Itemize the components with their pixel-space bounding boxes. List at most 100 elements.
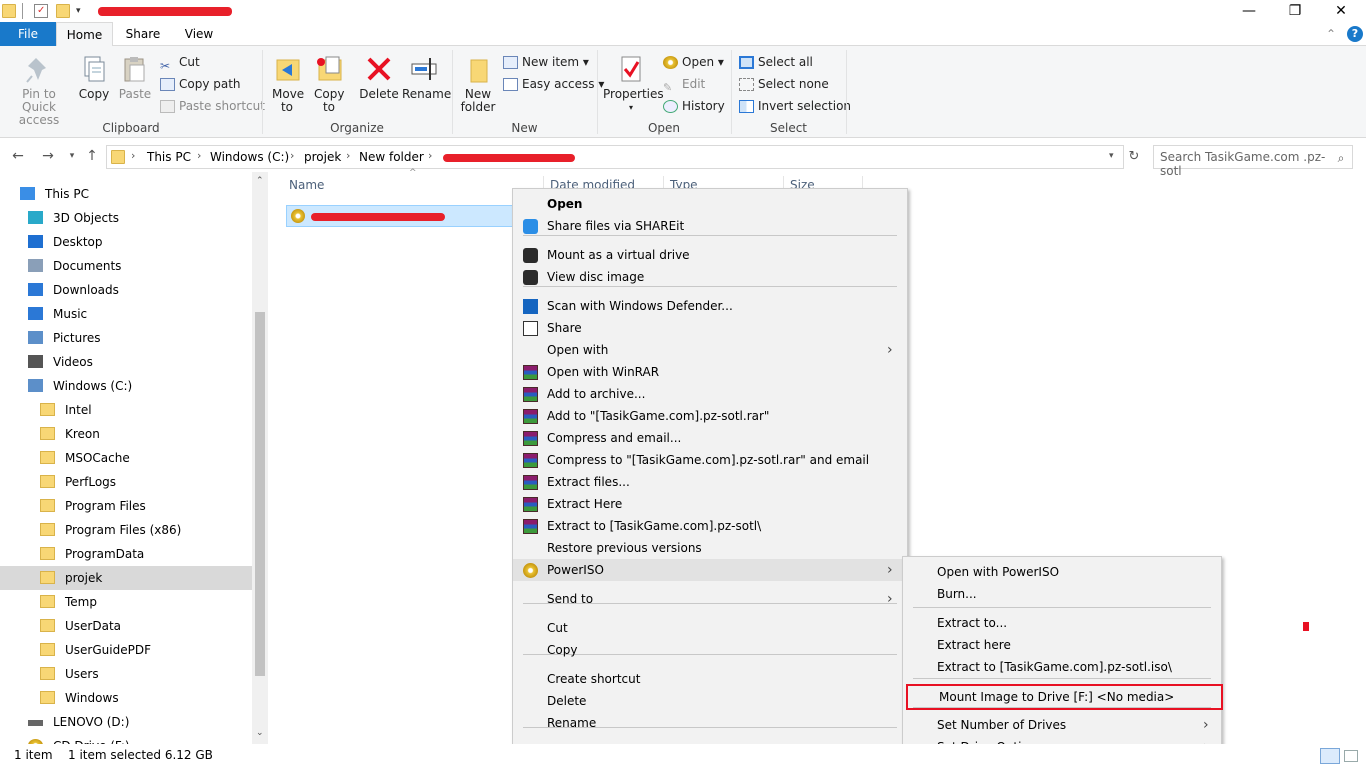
- tab-share[interactable]: Share: [118, 22, 168, 46]
- open-button[interactable]: Open ▾: [663, 52, 724, 72]
- select-all-button[interactable]: Select all: [739, 52, 813, 72]
- context-menu-item[interactable]: Mount as a virtual drive: [513, 244, 907, 266]
- context-menu-item[interactable]: Open: [513, 193, 907, 215]
- search-input[interactable]: Search TasikGame.com .pz-sotl: [1153, 145, 1353, 178]
- submenu-item[interactable]: Open with PowerISO: [903, 561, 1221, 583]
- context-menu-item[interactable]: View disc image: [513, 266, 907, 288]
- context-menu-item[interactable]: Send to ›: [513, 588, 907, 610]
- context-menu-item[interactable]: Extract to [TasikGame.com].pz-sotl\: [513, 515, 907, 537]
- scroll-down-icon[interactable]: ⌄: [256, 728, 264, 738]
- submenu-item[interactable]: Burn...: [903, 583, 1221, 605]
- details-view-icon[interactable]: [1320, 748, 1340, 764]
- breadcrumb-new-folder[interactable]: New folder: [359, 150, 424, 164]
- refresh-icon[interactable]: ↻: [1124, 147, 1144, 167]
- restore-button[interactable]: ❐: [1272, 0, 1318, 22]
- nav-item[interactable]: Users: [0, 662, 252, 686]
- context-menu-item[interactable]: Compress to "[TasikGame.com].pz-sotl.rar…: [513, 449, 907, 471]
- context-menu-item[interactable]: Delete: [513, 690, 907, 712]
- nav-item[interactable]: Pictures: [0, 326, 252, 350]
- new-folder-button[interactable]: New folder: [458, 48, 498, 114]
- submenu-item[interactable]: Set Number of Drives ›: [903, 714, 1221, 736]
- nav-item[interactable]: Music: [0, 302, 252, 326]
- nav-item[interactable]: PerfLogs: [0, 470, 252, 494]
- nav-item[interactable]: projek: [0, 566, 252, 590]
- forward-arrow-icon[interactable]: →: [38, 146, 58, 166]
- nav-item[interactable]: UserData: [0, 614, 252, 638]
- breadcrumb-this-pc[interactable]: This PC: [147, 150, 191, 164]
- copy-to-button[interactable]: Copy to: [310, 48, 348, 114]
- help-icon[interactable]: ?: [1347, 26, 1363, 42]
- up-arrow-icon[interactable]: ↑: [82, 146, 102, 166]
- close-button[interactable]: ✕: [1318, 0, 1364, 22]
- context-menu-item[interactable]: Add to archive...: [513, 383, 907, 405]
- nav-item[interactable]: Windows (C:): [0, 374, 252, 398]
- address-bar[interactable]: › This PC › Windows (C:) › projek › New …: [106, 145, 1124, 169]
- nav-item[interactable]: Program Files: [0, 494, 252, 518]
- delete-button[interactable]: Delete: [358, 48, 400, 101]
- select-none-button[interactable]: Select none: [739, 74, 829, 94]
- file-row-selected[interactable]: [286, 205, 516, 227]
- recent-locations-icon[interactable]: ▾: [62, 146, 82, 166]
- context-menu-item[interactable]: Restore previous versions: [513, 537, 907, 559]
- breadcrumb-projek[interactable]: projek: [304, 150, 341, 164]
- nav-item[interactable]: Documents: [0, 254, 252, 278]
- context-menu-item[interactable]: Extract Here: [513, 493, 907, 515]
- context-menu-item[interactable]: Share: [513, 317, 907, 339]
- tab-file[interactable]: File: [0, 22, 56, 46]
- context-menu-item[interactable]: Create shortcut: [513, 668, 907, 690]
- submenu-item[interactable]: Extract to...: [903, 612, 1221, 634]
- nav-item[interactable]: This PC: [0, 182, 252, 206]
- context-menu-item[interactable]: Copy: [513, 639, 907, 661]
- context-menu-item[interactable]: Cut: [513, 617, 907, 639]
- nav-scrollbar[interactable]: ⌃ ⌄: [252, 172, 268, 744]
- context-menu-item[interactable]: Rename: [513, 712, 907, 734]
- properties-button[interactable]: Properties ▾: [603, 48, 664, 114]
- submenu-item[interactable]: Extract to [TasikGame.com].pz-sotl.iso\: [903, 656, 1221, 678]
- context-menu-item[interactable]: PowerISO ›: [513, 559, 907, 581]
- invert-selection-button[interactable]: Invert selection: [739, 96, 851, 116]
- context-menu-item[interactable]: Share files via SHAREit: [513, 215, 907, 237]
- easy-access-button[interactable]: Easy access ▾: [503, 74, 604, 94]
- nav-item[interactable]: Videos: [0, 350, 252, 374]
- submenu-item[interactable]: Mount Image to Drive [F:] <No media>: [906, 684, 1223, 710]
- search-icon[interactable]: ⌕: [1331, 148, 1351, 168]
- nav-item[interactable]: Kreon: [0, 422, 252, 446]
- properties-icon[interactable]: ✓: [34, 4, 48, 18]
- nav-item[interactable]: ProgramData: [0, 542, 252, 566]
- nav-item[interactable]: Intel: [0, 398, 252, 422]
- context-menu-item[interactable]: Add to "[TasikGame.com].pz-sotl.rar": [513, 405, 907, 427]
- tab-view[interactable]: View: [176, 22, 222, 46]
- nav-item[interactable]: 3D Objects: [0, 206, 252, 230]
- collapse-ribbon-icon[interactable]: ⌃: [1322, 22, 1340, 46]
- nav-item[interactable]: Downloads: [0, 278, 252, 302]
- context-menu-item[interactable]: Open with WinRAR: [513, 361, 907, 383]
- new-folder-icon[interactable]: [56, 4, 70, 18]
- breadcrumb-windows-c[interactable]: Windows (C:): [210, 150, 289, 164]
- tab-home[interactable]: Home: [56, 22, 113, 47]
- nav-item[interactable]: LENOVO (D:): [0, 710, 252, 734]
- paste-shortcut-button[interactable]: Paste shortcut: [160, 96, 265, 116]
- nav-item[interactable]: Desktop: [0, 230, 252, 254]
- context-menu-item[interactable]: Compress and email...: [513, 427, 907, 449]
- customize-toolbar-icon[interactable]: ▾: [76, 4, 90, 18]
- rename-button[interactable]: Rename: [402, 48, 451, 101]
- minimize-button[interactable]: —: [1226, 0, 1272, 22]
- move-to-button[interactable]: Move to: [268, 48, 306, 114]
- nav-item[interactable]: Temp: [0, 590, 252, 614]
- back-arrow-icon[interactable]: ←: [8, 146, 28, 166]
- large-icons-view-icon[interactable]: [1344, 750, 1358, 762]
- nav-item[interactable]: Windows: [0, 686, 252, 710]
- edit-button[interactable]: ✎ Edit: [663, 74, 705, 94]
- nav-item[interactable]: UserGuidePDF: [0, 638, 252, 662]
- cut-button[interactable]: ✂ Cut: [160, 52, 200, 73]
- nav-item[interactable]: Program Files (x86): [0, 518, 252, 542]
- pin-to-quick-access-button[interactable]: Pin to Quick access: [4, 48, 74, 127]
- context-menu-item[interactable]: Extract files...: [513, 471, 907, 493]
- chevron-down-icon[interactable]: ▾: [1109, 151, 1114, 161]
- new-item-button[interactable]: New item ▾: [503, 52, 589, 72]
- paste-button[interactable]: Paste: [116, 48, 154, 101]
- nav-item[interactable]: MSOCache: [0, 446, 252, 470]
- history-button[interactable]: History: [663, 96, 725, 116]
- copy-path-button[interactable]: Copy path: [160, 74, 241, 94]
- submenu-item[interactable]: Extract here: [903, 634, 1221, 656]
